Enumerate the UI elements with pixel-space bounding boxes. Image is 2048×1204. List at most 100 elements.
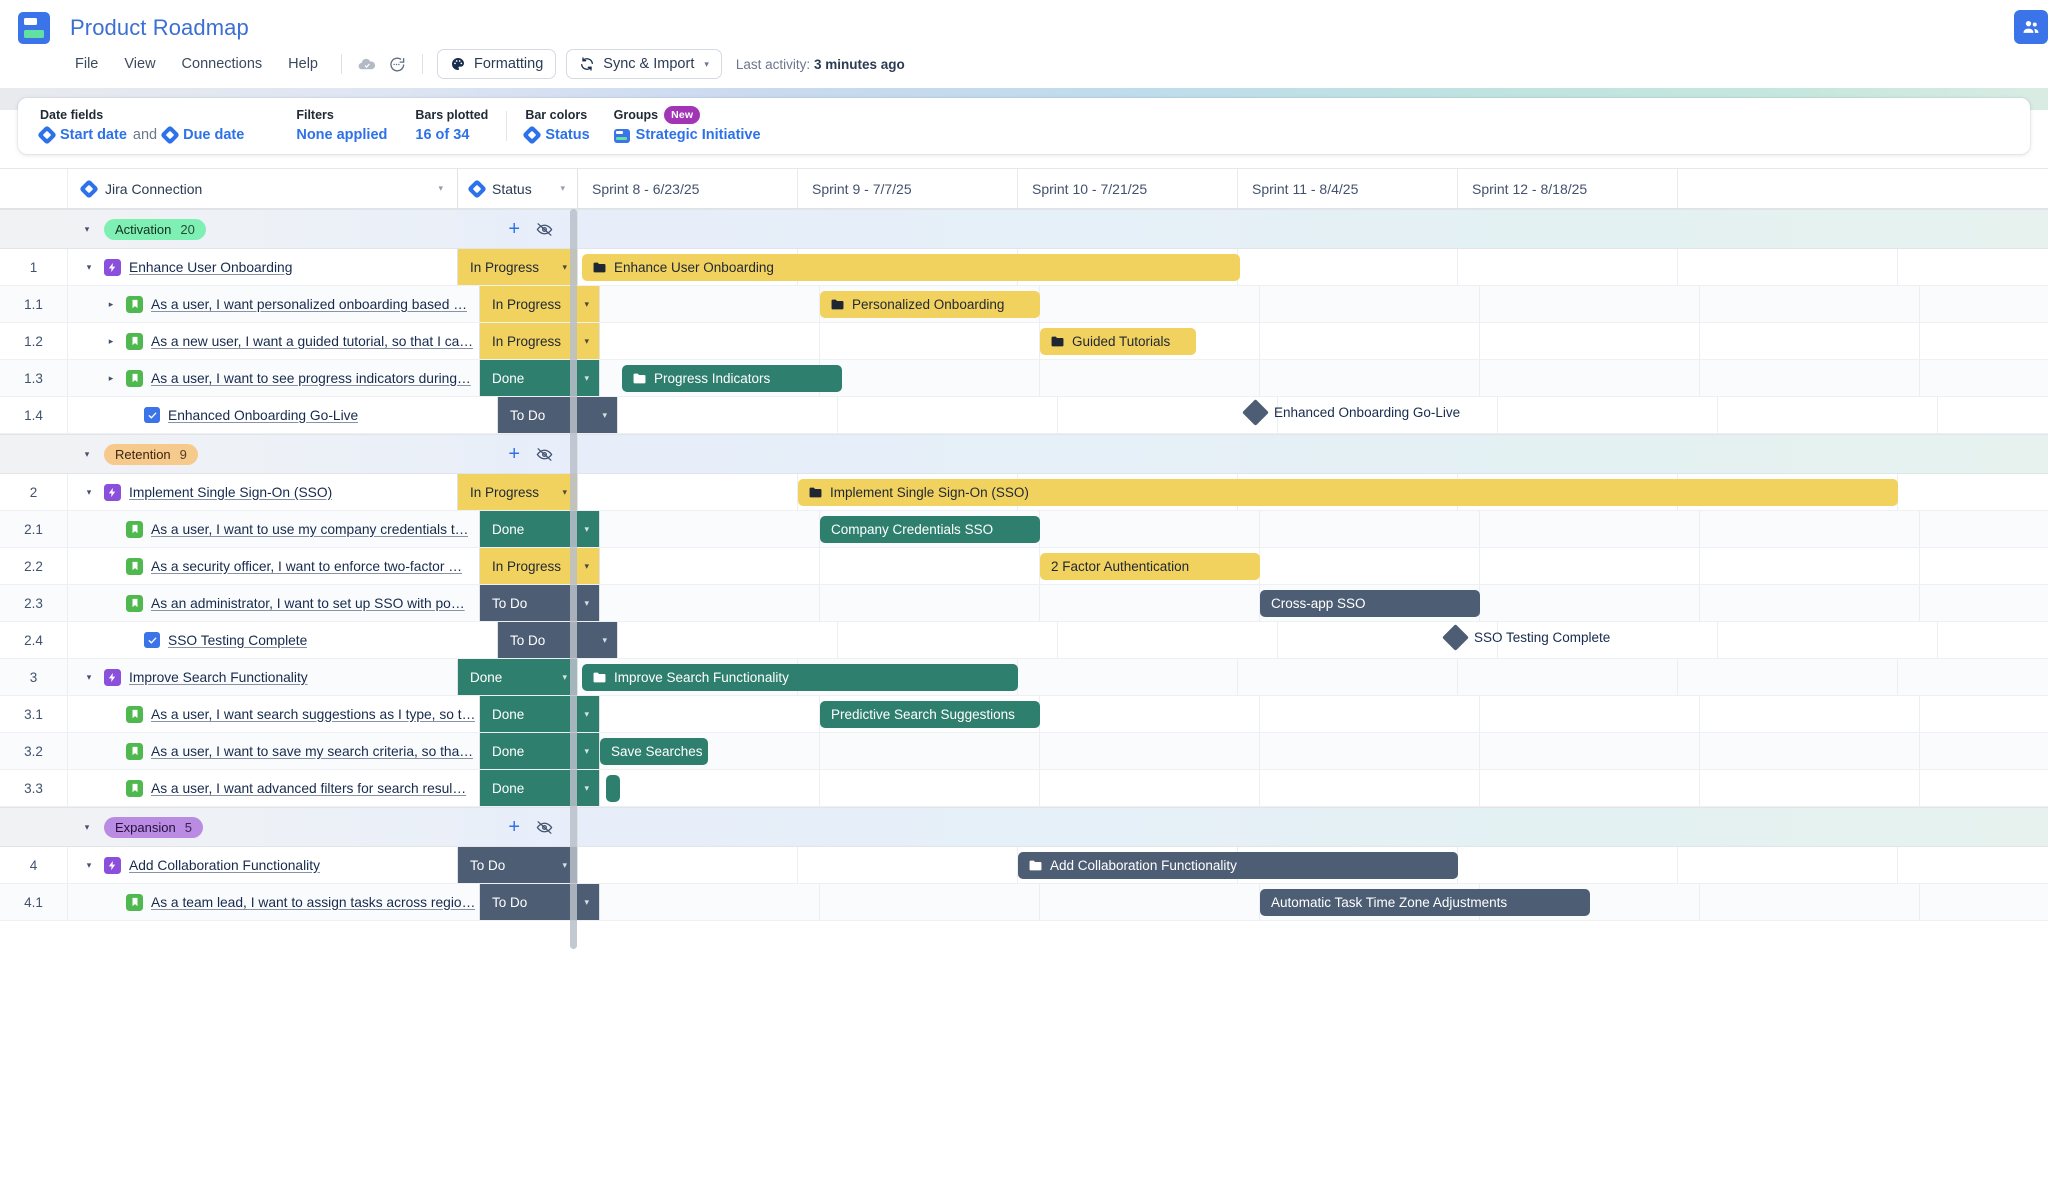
timeline-cell-area[interactable]: Automatic Task Time Zone Adjustments bbox=[600, 884, 2048, 920]
status-cell[interactable]: To Do ▾ bbox=[498, 397, 618, 433]
comment-icon[interactable] bbox=[382, 49, 412, 79]
gantt-bar[interactable]: Guided Tutorials bbox=[1040, 328, 1196, 355]
chevron-down-icon-status-cell[interactable]: ▾ bbox=[584, 524, 589, 535]
task-name-cell[interactable]: ▸ As a user, I want personalized onboardi… bbox=[90, 286, 480, 322]
group-header-activation[interactable]: ▾ Activation 20 + bbox=[0, 209, 2048, 249]
row-twisty-icon[interactable]: ▾ bbox=[82, 262, 96, 273]
due-date-value[interactable]: Due date bbox=[183, 125, 244, 145]
eye-off-icon[interactable] bbox=[536, 447, 553, 462]
task-name-cell[interactable]: ▸ As a new user, I want a guided tutorial… bbox=[90, 323, 480, 359]
gantt-milestone[interactable]: Enhanced Onboarding Go-Live bbox=[1242, 399, 1460, 426]
gantt-bar[interactable]: 2 Factor Authentication bbox=[1040, 553, 1260, 580]
task-name-cell[interactable]: ▾ Improve Search Functionality bbox=[68, 659, 458, 695]
chevron-down-icon-connection[interactable]: ▾ bbox=[438, 183, 443, 194]
chevron-down-icon-status-cell[interactable]: ▾ bbox=[584, 373, 589, 384]
row-twisty-icon[interactable]: ▸ bbox=[104, 299, 118, 310]
task-name-cell[interactable]: As a user, I want to save my search crit… bbox=[90, 733, 480, 769]
task-name[interactable]: Enhance User Onboarding bbox=[129, 260, 292, 275]
table-row[interactable]: 3.3 As a user, I want advanced filters fo… bbox=[0, 770, 2048, 807]
chevron-down-icon-status[interactable]: ▾ bbox=[560, 183, 565, 194]
status-cell[interactable]: In Progress ▾ bbox=[458, 474, 578, 510]
status-cell[interactable]: To Do ▾ bbox=[480, 585, 600, 621]
gantt-milestone[interactable]: SSO Testing Complete bbox=[1442, 624, 1610, 651]
table-row[interactable]: 2.2 As a security officer, I want to enfo… bbox=[0, 548, 2048, 585]
gantt-bar[interactable]: Cross-app SSO bbox=[1260, 590, 1480, 617]
task-name[interactable]: As a user, I want personalized onboardin… bbox=[151, 297, 467, 312]
status-cell[interactable]: In Progress ▾ bbox=[458, 249, 578, 285]
menu-item-view[interactable]: View bbox=[111, 51, 168, 77]
chevron-down-icon-status-cell[interactable]: ▾ bbox=[584, 561, 589, 572]
people-icon[interactable] bbox=[2014, 10, 2048, 44]
timeline-cell-area[interactable] bbox=[600, 770, 2048, 806]
group-collapse-icon[interactable]: ▾ bbox=[80, 822, 94, 833]
gantt-bar[interactable]: Add Collaboration Functionality bbox=[1018, 852, 1458, 879]
status-cell[interactable]: To Do ▾ bbox=[480, 884, 600, 920]
task-name-cell[interactable]: As an administrator, I want to set up SS… bbox=[90, 585, 480, 621]
table-row[interactable]: 1.4 Enhanced Onboarding Go-Live To Do ▾ Enha… bbox=[0, 397, 2048, 434]
chevron-down-icon-status-cell[interactable]: ▾ bbox=[562, 860, 567, 871]
table-row[interactable]: 1.1 ▸ As a user, I want personalized onboa… bbox=[0, 286, 2048, 323]
table-row[interactable]: 3 ▾ Improve Search Functionality Done ▾ Impro… bbox=[0, 659, 2048, 696]
table-row[interactable]: 3.2 As a user, I want to save my search c… bbox=[0, 733, 2048, 770]
timeline-cell-area[interactable]: Implement Single Sign-On (SSO) bbox=[578, 474, 2048, 510]
table-row[interactable]: 2.4 SSO Testing Complete To Do ▾ SSO Testing… bbox=[0, 622, 2048, 659]
status-cell[interactable]: Done ▾ bbox=[480, 360, 600, 396]
chevron-down-icon-status-cell[interactable]: ▾ bbox=[584, 746, 589, 757]
group-header-expansion[interactable]: ▾ Expansion 5 + bbox=[0, 807, 2048, 847]
gantt-bar[interactable]: Improve Search Functionality bbox=[582, 664, 1018, 691]
row-twisty-icon[interactable]: ▸ bbox=[104, 336, 118, 347]
task-name[interactable]: As a user, I want to save my search crit… bbox=[151, 744, 473, 759]
timeline-cell-area[interactable]: Enhanced Onboarding Go-Live bbox=[618, 397, 2048, 433]
filters-value[interactable]: None applied bbox=[296, 125, 387, 145]
chevron-down-icon-status-cell[interactable]: ▾ bbox=[584, 783, 589, 794]
task-name[interactable]: As a team lead, I want to assign tasks a… bbox=[151, 895, 475, 910]
bars-plotted-value[interactable]: 16 of 34 bbox=[415, 125, 488, 145]
task-name[interactable]: As a new user, I want a guided tutorial,… bbox=[151, 334, 473, 349]
task-name-cell[interactable]: As a user, I want search suggestions as … bbox=[90, 696, 480, 732]
timeline-cell-area[interactable]: SSO Testing Complete bbox=[618, 622, 2048, 658]
chevron-down-icon-status-cell[interactable]: ▾ bbox=[562, 262, 567, 273]
task-name-cell[interactable]: As a security officer, I want to enforce… bbox=[90, 548, 480, 584]
timeline-cell-area[interactable]: 2 Factor Authentication bbox=[600, 548, 2048, 584]
status-cell[interactable]: Done ▾ bbox=[458, 659, 578, 695]
row-twisty-icon[interactable]: ▸ bbox=[104, 373, 118, 384]
menu-item-file[interactable]: File bbox=[62, 51, 111, 77]
gantt-bar[interactable]: Automatic Task Time Zone Adjustments bbox=[1260, 889, 1590, 916]
group-chip[interactable]: Activation 20 bbox=[104, 218, 206, 240]
task-name-cell[interactable]: As a user, I want to use my company cred… bbox=[90, 511, 480, 547]
timeline-cell-area[interactable]: Predictive Search Suggestions bbox=[600, 696, 2048, 732]
timeline-cell-area[interactable]: Save Searches bbox=[600, 733, 2048, 769]
status-cell[interactable]: In Progress ▾ bbox=[480, 323, 600, 359]
task-name[interactable]: As an administrator, I want to set up SS… bbox=[151, 596, 465, 611]
task-name[interactable]: As a user, I want search suggestions as … bbox=[151, 707, 475, 722]
timeline-cell-area[interactable]: Guided Tutorials bbox=[600, 323, 2048, 359]
chevron-down-icon-status-cell[interactable]: ▾ bbox=[584, 709, 589, 720]
groups-value[interactable]: Strategic Initiative bbox=[613, 125, 761, 145]
formatting-button[interactable]: Formatting bbox=[436, 49, 557, 79]
status-column-header[interactable]: Status ▾ bbox=[458, 169, 578, 208]
gantt-bar-stub[interactable] bbox=[606, 775, 620, 802]
chevron-down-icon-status-cell[interactable]: ▾ bbox=[562, 672, 567, 683]
table-row[interactable]: 1 ▾ Enhance User Onboarding In Progress ▾ Enh… bbox=[0, 249, 2048, 286]
timeline-cell-area[interactable]: Improve Search Functionality bbox=[578, 659, 2048, 695]
eye-off-icon[interactable] bbox=[536, 820, 553, 835]
task-name-cell[interactable]: SSO Testing Complete bbox=[108, 622, 498, 658]
task-name[interactable]: SSO Testing Complete bbox=[168, 633, 307, 648]
gantt-bar[interactable]: Save Searches bbox=[600, 738, 708, 765]
status-cell[interactable]: In Progress ▾ bbox=[480, 548, 600, 584]
chevron-down-icon-status-cell[interactable]: ▾ bbox=[562, 487, 567, 498]
timeline-cell-area[interactable]: Personalized Onboarding bbox=[600, 286, 2048, 322]
menu-item-help[interactable]: Help bbox=[275, 51, 331, 77]
group-chip[interactable]: Retention 9 bbox=[104, 443, 198, 465]
status-cell[interactable]: Done ▾ bbox=[480, 511, 600, 547]
eye-off-icon[interactable] bbox=[536, 222, 553, 237]
row-twisty-icon[interactable]: ▾ bbox=[82, 487, 96, 498]
table-row[interactable]: 2 ▾ Implement Single Sign-On (SSO) In Progr… bbox=[0, 474, 2048, 511]
chevron-down-icon-status-cell[interactable]: ▾ bbox=[584, 299, 589, 310]
timeline-cell-area[interactable]: Company Credentials SSO bbox=[600, 511, 2048, 547]
bar-colors-value[interactable]: Status bbox=[522, 125, 590, 145]
task-name[interactable]: Add Collaboration Functionality bbox=[129, 858, 320, 873]
row-twisty-icon[interactable]: ▾ bbox=[82, 860, 96, 871]
page-title[interactable]: Product Roadmap bbox=[70, 15, 249, 41]
table-row[interactable]: 2.1 As a user, I want to use my company c… bbox=[0, 511, 2048, 548]
